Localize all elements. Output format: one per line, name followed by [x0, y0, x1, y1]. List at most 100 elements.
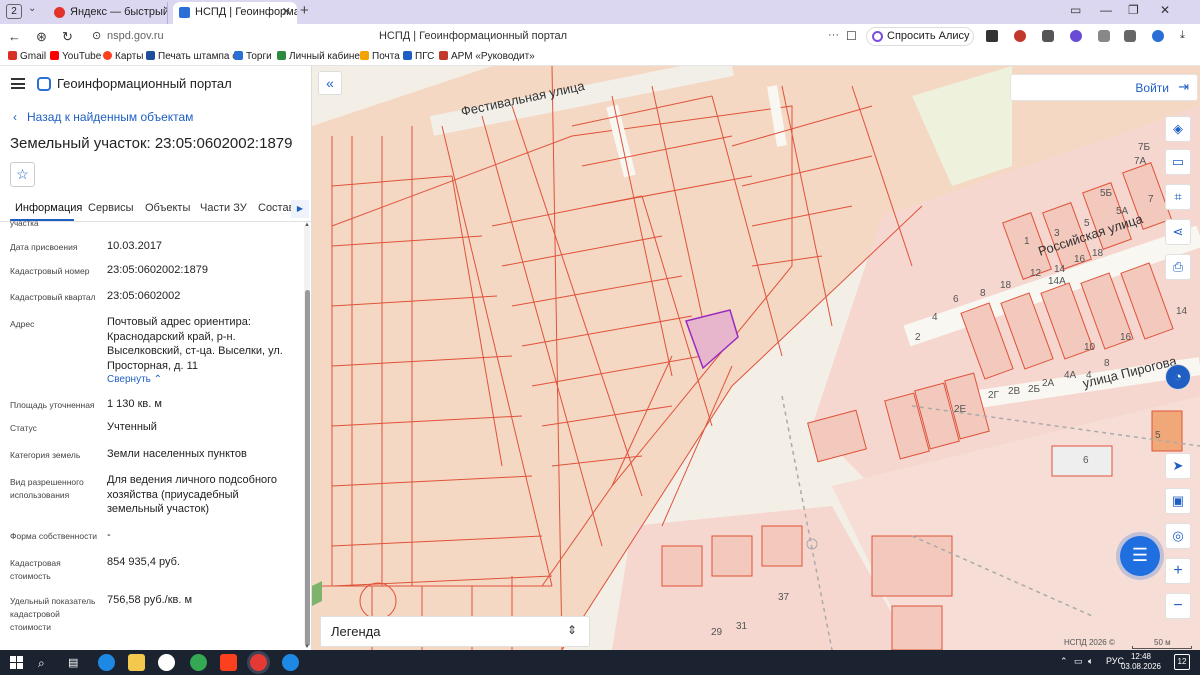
field-label: Кадастровая стоимость — [10, 558, 61, 581]
clock[interactable]: 12:48 03.08.2026 — [1116, 652, 1166, 672]
explorer-icon[interactable] — [128, 654, 145, 671]
legend-toggle-icon[interactable]: ⇕ — [567, 623, 577, 637]
edge-icon[interactable] — [98, 654, 115, 671]
tab-yandex[interactable]: Яндекс — быстрый поиск — [48, 2, 168, 24]
legend-panel[interactable]: Легенда ⇕ — [320, 616, 590, 647]
search-icon[interactable]: ⌕ — [38, 656, 45, 671]
field-value: - — [107, 529, 111, 541]
bookmark-icon[interactable]: ☐ — [846, 29, 857, 43]
tab-list-chevron-icon[interactable]: ⌄ — [28, 3, 36, 14]
bookmark-arm[interactable]: АРМ «Руководит» — [439, 51, 535, 62]
extensions-icon[interactable] — [1098, 30, 1110, 42]
alice-button[interactable]: Спросить Алису AI — [866, 27, 974, 59]
extension-icon[interactable] — [1042, 30, 1054, 42]
yandex-browser-icon[interactable] — [250, 654, 267, 671]
notifications-icon[interactable]: 12 — [1174, 654, 1190, 670]
print-icon[interactable]: ⎙ — [1165, 254, 1191, 280]
share-icon[interactable]: ⋖ — [1165, 219, 1191, 245]
window-close-icon[interactable]: ✕ — [1160, 3, 1170, 17]
tab-title: Яндекс — быстрый поиск — [70, 6, 168, 18]
house-number: 3 — [1054, 228, 1060, 239]
location-search-icon[interactable]: ◎ — [1165, 523, 1191, 549]
field-value: 756,58 руб./кв. м — [107, 594, 193, 606]
ruler-icon[interactable]: ▭ — [1165, 149, 1191, 175]
legend-label: Легенда — [331, 624, 381, 639]
tab-composition[interactable]: Состав — [258, 202, 294, 214]
assistant-icon[interactable]: ◔ — [1165, 364, 1191, 390]
collapse-sidebar-button[interactable]: « — [318, 71, 342, 95]
tab-objects[interactable]: Объекты — [145, 202, 190, 214]
chat-button[interactable]: ☰ — [1120, 536, 1160, 576]
field-label: Статус — [10, 423, 37, 433]
house-number: 4 — [932, 312, 938, 323]
house-number: 14А — [1048, 276, 1066, 287]
bookmark-mail[interactable]: Почта — [360, 51, 400, 62]
bookmark-pgs[interactable]: ПГС — [403, 51, 434, 62]
start-windows-icon[interactable] — [10, 656, 23, 669]
login-button[interactable]: Войти ⇥ — [1010, 74, 1198, 101]
bookmark-cabinet[interactable]: Личный кабинет — [277, 51, 364, 62]
restore-icon[interactable]: ❐ — [1128, 3, 1139, 17]
tray-up-icon[interactable]: ⌃ — [1060, 656, 1068, 667]
download-icon[interactable]: ⤓ — [1180, 29, 1185, 42]
house-number: 18 — [1000, 280, 1012, 291]
field-label: Дата присвоения — [10, 242, 78, 252]
close-tab-icon[interactable]: ✕ — [282, 2, 291, 22]
info-sidebar: Геоинформационный портал ‹ Назад к найде… — [0, 66, 312, 650]
house-number: 10 — [1084, 342, 1096, 353]
zoom-in-button[interactable]: + — [1165, 558, 1191, 584]
map-canvas[interactable]: Фестивальная улица Российская улица улиц… — [312, 66, 1200, 650]
scroll-up-icon[interactable]: ▲ — [304, 222, 310, 228]
nspd-favicon-icon — [179, 7, 190, 18]
house-number: 2Г — [988, 390, 1000, 401]
field-value: 854 935,4 руб. — [107, 556, 180, 568]
login-arrow-icon: ⇥ — [1178, 79, 1189, 94]
app-icon[interactable] — [282, 654, 299, 671]
layers-icon[interactable]: ◈ — [1165, 116, 1191, 142]
extension-icon[interactable] — [1014, 30, 1026, 42]
profile-icon[interactable] — [1152, 30, 1164, 42]
new-tab-button[interactable]: + — [300, 2, 309, 19]
field-label: Вид разрешенного использования — [10, 477, 84, 500]
network-icon[interactable]: ▭ — [1074, 656, 1083, 667]
zoom-out-button[interactable]: − — [1165, 593, 1191, 619]
bookmark-auctions[interactable]: Торги — [234, 51, 272, 62]
tab-services[interactable]: Сервисы — [88, 202, 134, 214]
bookmark-tabs-icon[interactable]: ▭ — [1070, 3, 1081, 17]
back-to-results-link[interactable]: ‹ Назад к найденным объектам — [13, 110, 193, 124]
cadastral-map[interactable]: Фестивальная улица Российская улица улиц… — [312, 66, 1200, 650]
minimize-icon[interactable]: — — [1100, 3, 1112, 17]
bookmark-maps[interactable]: Карты — [103, 51, 144, 62]
bookmark-stamp[interactable]: Печать штампа с — [146, 51, 237, 62]
url-field[interactable]: nspd.gov.ru — [107, 30, 164, 42]
favorite-star-icon[interactable]: ☆ — [10, 162, 35, 187]
field-label: Категория земель — [10, 450, 81, 460]
tab-count-badge[interactable]: 2 — [6, 4, 22, 19]
yandex-icon[interactable] — [220, 654, 237, 671]
collections-icon[interactable] — [1124, 30, 1136, 42]
menu-icon[interactable] — [11, 78, 25, 89]
bookmark-gmail[interactable]: Gmail — [8, 51, 46, 62]
tab-information[interactable]: Информация — [15, 202, 82, 214]
volume-icon[interactable]: 🔈︎ — [1088, 656, 1093, 667]
house-number: 4А — [1064, 370, 1077, 381]
collapse-address-link[interactable]: Свернуть ⌃ — [107, 374, 162, 385]
house-number: 14 — [1176, 306, 1188, 317]
more-icon[interactable]: ··· — [828, 29, 839, 41]
tab-nspd[interactable]: НСПД | Геоинформационн ✕ — [173, 2, 297, 24]
house-number: 5 — [1155, 430, 1161, 441]
geolocation-icon[interactable]: ➤ — [1165, 453, 1191, 479]
sidebar-scroll-thumb[interactable] — [305, 290, 310, 646]
scale-label: 50 м — [1154, 638, 1171, 647]
task-view-icon[interactable]: ▤ — [68, 656, 78, 669]
extension-icon[interactable] — [986, 30, 998, 42]
app-icon[interactable] — [158, 654, 175, 671]
field-value: Для ведения личного подсобного хозяйства… — [107, 474, 278, 515]
bookmark-youtube[interactable]: YouTube — [50, 51, 101, 62]
extension-icon[interactable] — [1070, 30, 1082, 42]
tabs-scroll-right-icon[interactable]: ▶ — [291, 200, 309, 218]
select-area-icon[interactable]: ⌗ — [1165, 184, 1191, 210]
tab-parts[interactable]: Части ЗУ — [200, 202, 247, 214]
basemap-icon[interactable]: ▣ — [1165, 488, 1191, 514]
chrome-icon[interactable] — [190, 654, 207, 671]
